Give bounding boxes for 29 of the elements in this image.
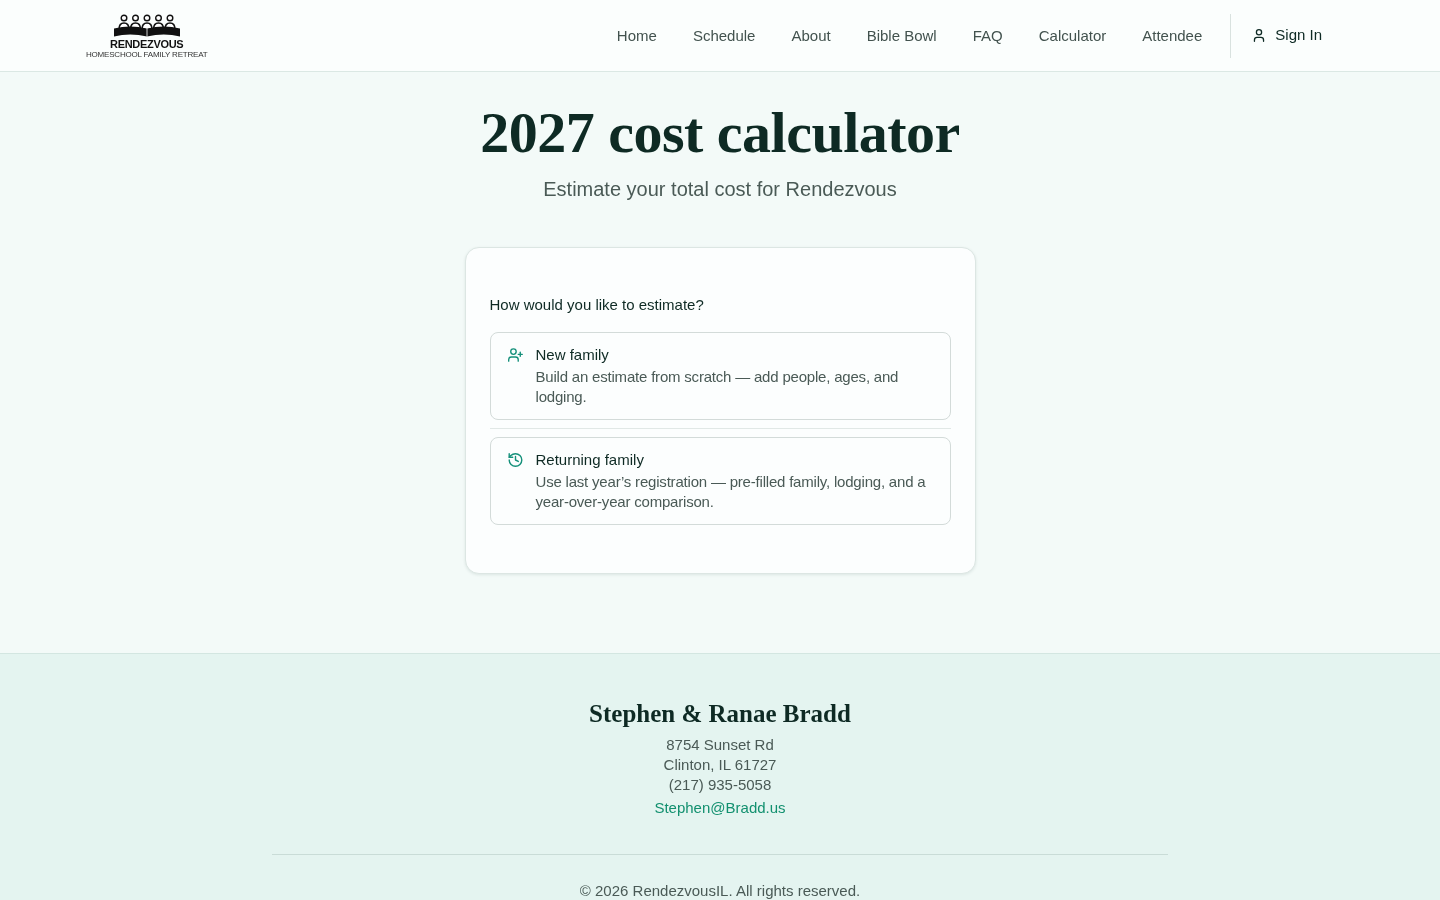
footer-name: Stephen & Ranae Bradd (589, 699, 851, 729)
nav-link[interactable]: Calculator (1020, 19, 1125, 52)
address-line: 8754 Sunset Rd (666, 735, 774, 755)
estimate-option[interactable]: New family Build an estimate from scratch — add people, ages, and lodging. (489, 332, 951, 420)
option-description: Build an estimate from scratch — add people, ages, and lodging. (535, 367, 900, 407)
nav-link[interactable]: Schedule (674, 19, 774, 52)
option-description: Use last year’s registration — pre-filled family, lodging, and a year-over-year comparison. (535, 472, 927, 512)
logo-tagline: HOMESCHOOL FAMILY RETREAT (86, 50, 208, 59)
user-plus-icon (507, 348, 523, 362)
option-title: Returning family (535, 450, 645, 470)
option-title: New family (535, 345, 610, 365)
address-line: Clinton, IL 61727 (663, 755, 777, 775)
address-line: (217) 935-5058 (668, 775, 772, 795)
email-link[interactable]: Stephen@Bradd.us (654, 798, 786, 818)
nav-link[interactable]: Attendee (1124, 19, 1221, 52)
nav-link[interactable]: Home (598, 19, 675, 52)
copyright-text: © 2026 RendezvousIL. All rights reserved. (579, 883, 861, 899)
page-subtitle: Estimate your total cost for Rendezvous (543, 177, 897, 202)
page-title: 2027 cost calculator (480, 102, 960, 164)
nav-link[interactable]: Bible Bowl (848, 19, 955, 52)
nav-link[interactable]: FAQ (954, 19, 1021, 52)
sign-in-button[interactable]: Sign In (1241, 18, 1334, 53)
question-text: How would you like to estimate? (489, 295, 705, 315)
user-icon (1253, 29, 1266, 42)
nav-link[interactable]: About (773, 19, 849, 52)
estimate-option[interactable]: Returning family Use last year’s registration — pre-filled family, lodging, and a year-over-year comparison. (489, 437, 951, 525)
history-icon (507, 453, 523, 467)
people-book-icon (111, 14, 182, 38)
logo-wordmark: RENDEZVOUS (110, 39, 184, 50)
